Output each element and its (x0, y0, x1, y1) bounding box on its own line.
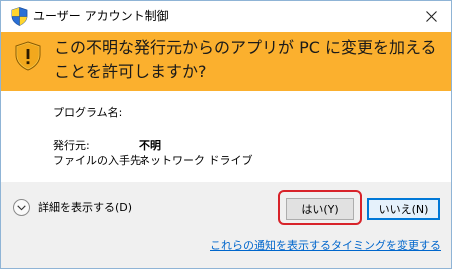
yes-button[interactable]: はい(Y) (286, 198, 354, 220)
show-details-label[interactable]: 詳細を表示する(D) (38, 201, 132, 214)
publisher-label: 発行元: (53, 139, 90, 152)
window-title: ユーザー アカウント制御 (33, 9, 169, 23)
program-name-label: プログラム名: (53, 106, 123, 119)
warning-banner: この不明な発行元からのアプリが PC に変更を加えることを許可しますか? (1, 32, 451, 91)
show-details-toggle[interactable]: 詳細を表示する(D) (13, 199, 132, 216)
program-info: プログラム名: 発行元: 不明 ファイルの入手先: ネットワーク ドライブ (1, 91, 451, 182)
close-icon (425, 11, 437, 22)
warning-shield-icon (15, 41, 41, 71)
publisher-value: 不明 (139, 139, 161, 152)
file-origin-label: ファイルの入手先: (53, 154, 145, 167)
close-button[interactable] (411, 1, 451, 32)
shield-icon (11, 7, 28, 26)
dialog-footer: 詳細を表示する(D) はい(Y) いいえ(N) これらの通知を表示するタイミング… (1, 182, 451, 268)
title-bar: ユーザー アカウント制御 (1, 1, 451, 32)
no-button[interactable]: いいえ(N) (367, 198, 440, 220)
change-notification-settings-link[interactable]: これらの通知を表示するタイミングを変更する (210, 239, 441, 252)
chevron-down-icon (17, 204, 26, 210)
details-chevron-button[interactable] (13, 199, 30, 216)
uac-question: この不明な発行元からのアプリが PC に変更を加えることを許可しますか? (54, 38, 437, 81)
file-origin-value: ネットワーク ドライブ (139, 154, 253, 167)
uac-dialog: ユーザー アカウント制御 この不明な発行元からのアプリが PC に変更を加えるこ… (0, 0, 452, 269)
